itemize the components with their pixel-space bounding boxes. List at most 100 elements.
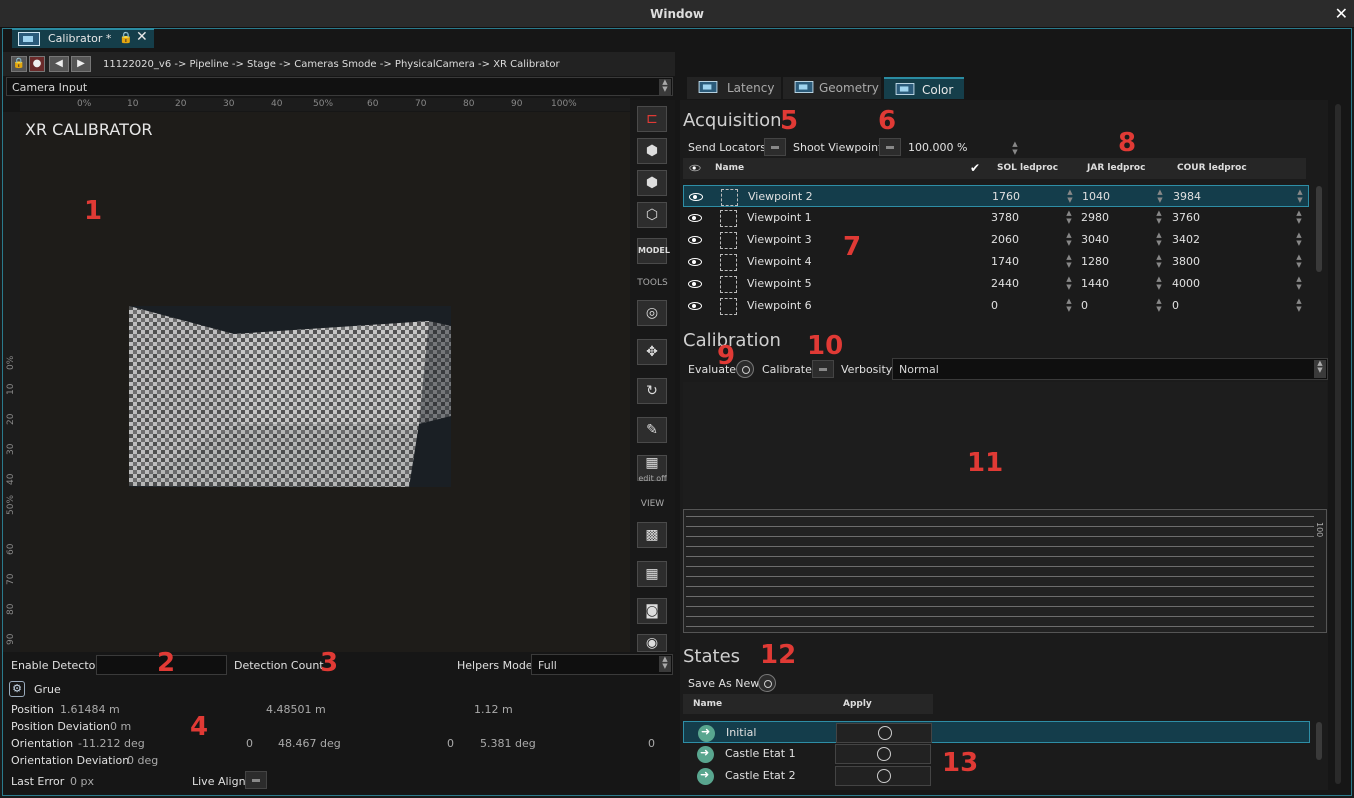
camera-icon[interactable]: ◙ [637, 598, 667, 624]
row-checkbox[interactable] [720, 232, 737, 249]
jar-value[interactable]: 1440 [1081, 277, 1109, 290]
shoot-viewpoint-toggle[interactable] [879, 138, 901, 156]
spinner-icon[interactable]: ▲ ▼ [1295, 253, 1303, 269]
state-row[interactable]: Castle Etat 1 [683, 743, 1310, 765]
eye-icon[interactable] [688, 280, 702, 288]
tab-latency[interactable]: Latency [687, 77, 781, 99]
evaluate-button[interactable] [736, 360, 754, 378]
sol-value[interactable]: 2440 [991, 277, 1019, 290]
tab-geometry[interactable]: Geometry [783, 77, 881, 99]
table-row[interactable]: Viewpoint 1 3780 ▲ ▼ 2980 ▲ ▼ 3760 ▲ ▼ [683, 207, 1309, 229]
spinner-icon[interactable]: ▲ ▼ [1155, 253, 1163, 269]
spinner-icon[interactable]: ▲ ▼ [1296, 188, 1304, 204]
cour-value[interactable]: 0 [1172, 299, 1179, 312]
spinner-icon[interactable]: ▲ ▼ [1295, 275, 1303, 291]
back-arrow-icon[interactable]: ◀ [49, 56, 69, 72]
select-spinner-icon[interactable]: ▲ ▼ [659, 656, 671, 672]
jar-value[interactable]: 3040 [1081, 233, 1109, 246]
apply-button[interactable] [836, 723, 932, 743]
rotate-icon[interactable]: ↻ [637, 378, 667, 404]
lock-toggle-icon[interactable]: 🔒 [11, 56, 27, 72]
jar-value[interactable]: 0 [1081, 299, 1088, 312]
breadcrumb[interactable]: 11122020_v6 -> Pipeline -> Stage -> Came… [103, 59, 560, 70]
sol-value[interactable]: 2060 [991, 233, 1019, 246]
row-checkbox[interactable] [720, 210, 737, 227]
eye-icon[interactable] [689, 193, 703, 201]
focus-icon[interactable]: ◉ [637, 634, 667, 652]
camera-input-select[interactable]: Camera Input ▲ ▼ [6, 77, 673, 96]
select-spinner-icon[interactable]: ▲ ▼ [1314, 360, 1326, 378]
spinner-icon[interactable]: ▲ ▼ [1295, 297, 1303, 313]
grid-icon[interactable]: ▦ [637, 561, 667, 587]
row-checkbox[interactable] [720, 298, 737, 315]
row-checkbox[interactable] [720, 254, 737, 271]
jar-value[interactable]: 1040 [1082, 190, 1110, 203]
table-row[interactable]: Viewpoint 2 1760 ▲ ▼ 1040 ▲ ▼ 3984 ▲ ▼ [683, 185, 1309, 207]
eye-icon[interactable] [688, 214, 702, 222]
spinner-icon[interactable]: ▲ ▼ [1155, 297, 1163, 313]
row-checkbox[interactable] [720, 276, 737, 293]
apply-button[interactable] [835, 766, 931, 786]
move-icon[interactable]: ✥ [637, 339, 667, 365]
save-as-new-button[interactable] [758, 674, 776, 692]
close-window-icon[interactable]: ✕ [1335, 4, 1348, 23]
checker-icon[interactable]: ▩ [637, 522, 667, 548]
spinner-icon[interactable]: ▲ ▼ [1065, 209, 1073, 225]
table-scrollbar[interactable] [1316, 186, 1322, 272]
spinner-icon[interactable]: ▲ ▼ [1295, 231, 1303, 247]
cube-color-icon[interactable]: ⬢ [637, 138, 667, 164]
live-align-toggle[interactable] [245, 771, 267, 789]
cour-value[interactable]: 3984 [1173, 190, 1201, 203]
apply-button[interactable] [835, 744, 931, 764]
states-scrollbar[interactable] [1316, 722, 1322, 760]
jar-value[interactable]: 2980 [1081, 211, 1109, 224]
record-icon[interactable]: ● [29, 56, 45, 72]
sol-value[interactable]: 3780 [991, 211, 1019, 224]
eye-icon[interactable] [688, 302, 702, 310]
sol-value[interactable]: 1760 [992, 190, 1020, 203]
sol-value[interactable]: 0 [991, 299, 998, 312]
eye-icon[interactable] [688, 236, 702, 244]
calibrate-toggle[interactable] [812, 360, 834, 378]
table-row[interactable]: Viewpoint 4 1740 ▲ ▼ 1280 ▲ ▼ 3800 ▲ ▼ [683, 251, 1309, 273]
jar-value[interactable]: 1280 [1081, 255, 1109, 268]
panel-scrollbar[interactable] [1335, 104, 1341, 784]
tab-color[interactable]: Color [884, 77, 964, 99]
spinner-icon[interactable]: ▲ ▼ [1065, 231, 1073, 247]
helpers-mode-select[interactable]: Full ▲ ▼ [531, 654, 673, 675]
cour-value[interactable]: 3760 [1172, 211, 1200, 224]
spinner-icon[interactable]: ▲ ▼ [1065, 297, 1073, 313]
spinner-icon[interactable]: ▲ ▼ [1155, 231, 1163, 247]
document-tab[interactable]: Calibrator * 🔒 ✕ [12, 28, 154, 48]
cour-value[interactable]: 3402 [1172, 233, 1200, 246]
table-row[interactable]: Viewpoint 3 2060 ▲ ▼ 3040 ▲ ▼ 3402 ▲ ▼ [683, 229, 1309, 251]
spinner-icon[interactable]: ▲ ▼ [1065, 253, 1073, 269]
magnet-icon[interactable]: ⊏ [637, 106, 667, 132]
spinner-icon[interactable]: ▲ ▼ [1156, 188, 1164, 204]
row-checkbox[interactable] [721, 189, 738, 206]
cube-wire-icon[interactable]: ⬡ [637, 202, 667, 228]
send-locators-toggle[interactable] [764, 138, 786, 156]
table-row[interactable]: Viewpoint 5 2440 ▲ ▼ 1440 ▲ ▼ 4000 ▲ ▼ [683, 273, 1309, 295]
spinner-icon[interactable]: ▲ ▼ [1066, 188, 1074, 204]
cour-value[interactable]: 3800 [1172, 255, 1200, 268]
sol-value[interactable]: 1740 [991, 255, 1019, 268]
lock-icon[interactable]: 🔒 [119, 31, 133, 44]
state-row[interactable]: Initial [683, 721, 1310, 743]
edit-icon[interactable]: ✎ [637, 417, 667, 443]
model-button[interactable]: MODEL [637, 238, 670, 264]
close-tab-icon[interactable]: ✕ [136, 29, 148, 45]
spinner-icon[interactable]: ▲ ▼ [1295, 209, 1303, 225]
percent-spinner-icon[interactable]: ▲ ▼ [1011, 140, 1019, 156]
cour-value[interactable]: 4000 [1172, 277, 1200, 290]
spinner-icon[interactable]: ▲ ▼ [1155, 209, 1163, 225]
select-spinner-icon[interactable]: ▲ ▼ [659, 79, 671, 95]
cube-icon[interactable]: ⬢ [637, 170, 667, 196]
spinner-icon[interactable]: ▲ ▼ [1155, 275, 1163, 291]
forward-arrow-icon[interactable]: ▶ [71, 56, 91, 72]
table-row[interactable]: Viewpoint 6 0 ▲ ▼ 0 ▲ ▼ 0 ▲ ▼ [683, 295, 1309, 317]
gear-icon[interactable]: ⚙ [9, 681, 25, 697]
verbosity-select[interactable]: Normal ▲ ▼ [892, 358, 1328, 380]
eye-icon[interactable] [688, 258, 702, 266]
state-row[interactable]: Castle Etat 2 [683, 765, 1310, 787]
